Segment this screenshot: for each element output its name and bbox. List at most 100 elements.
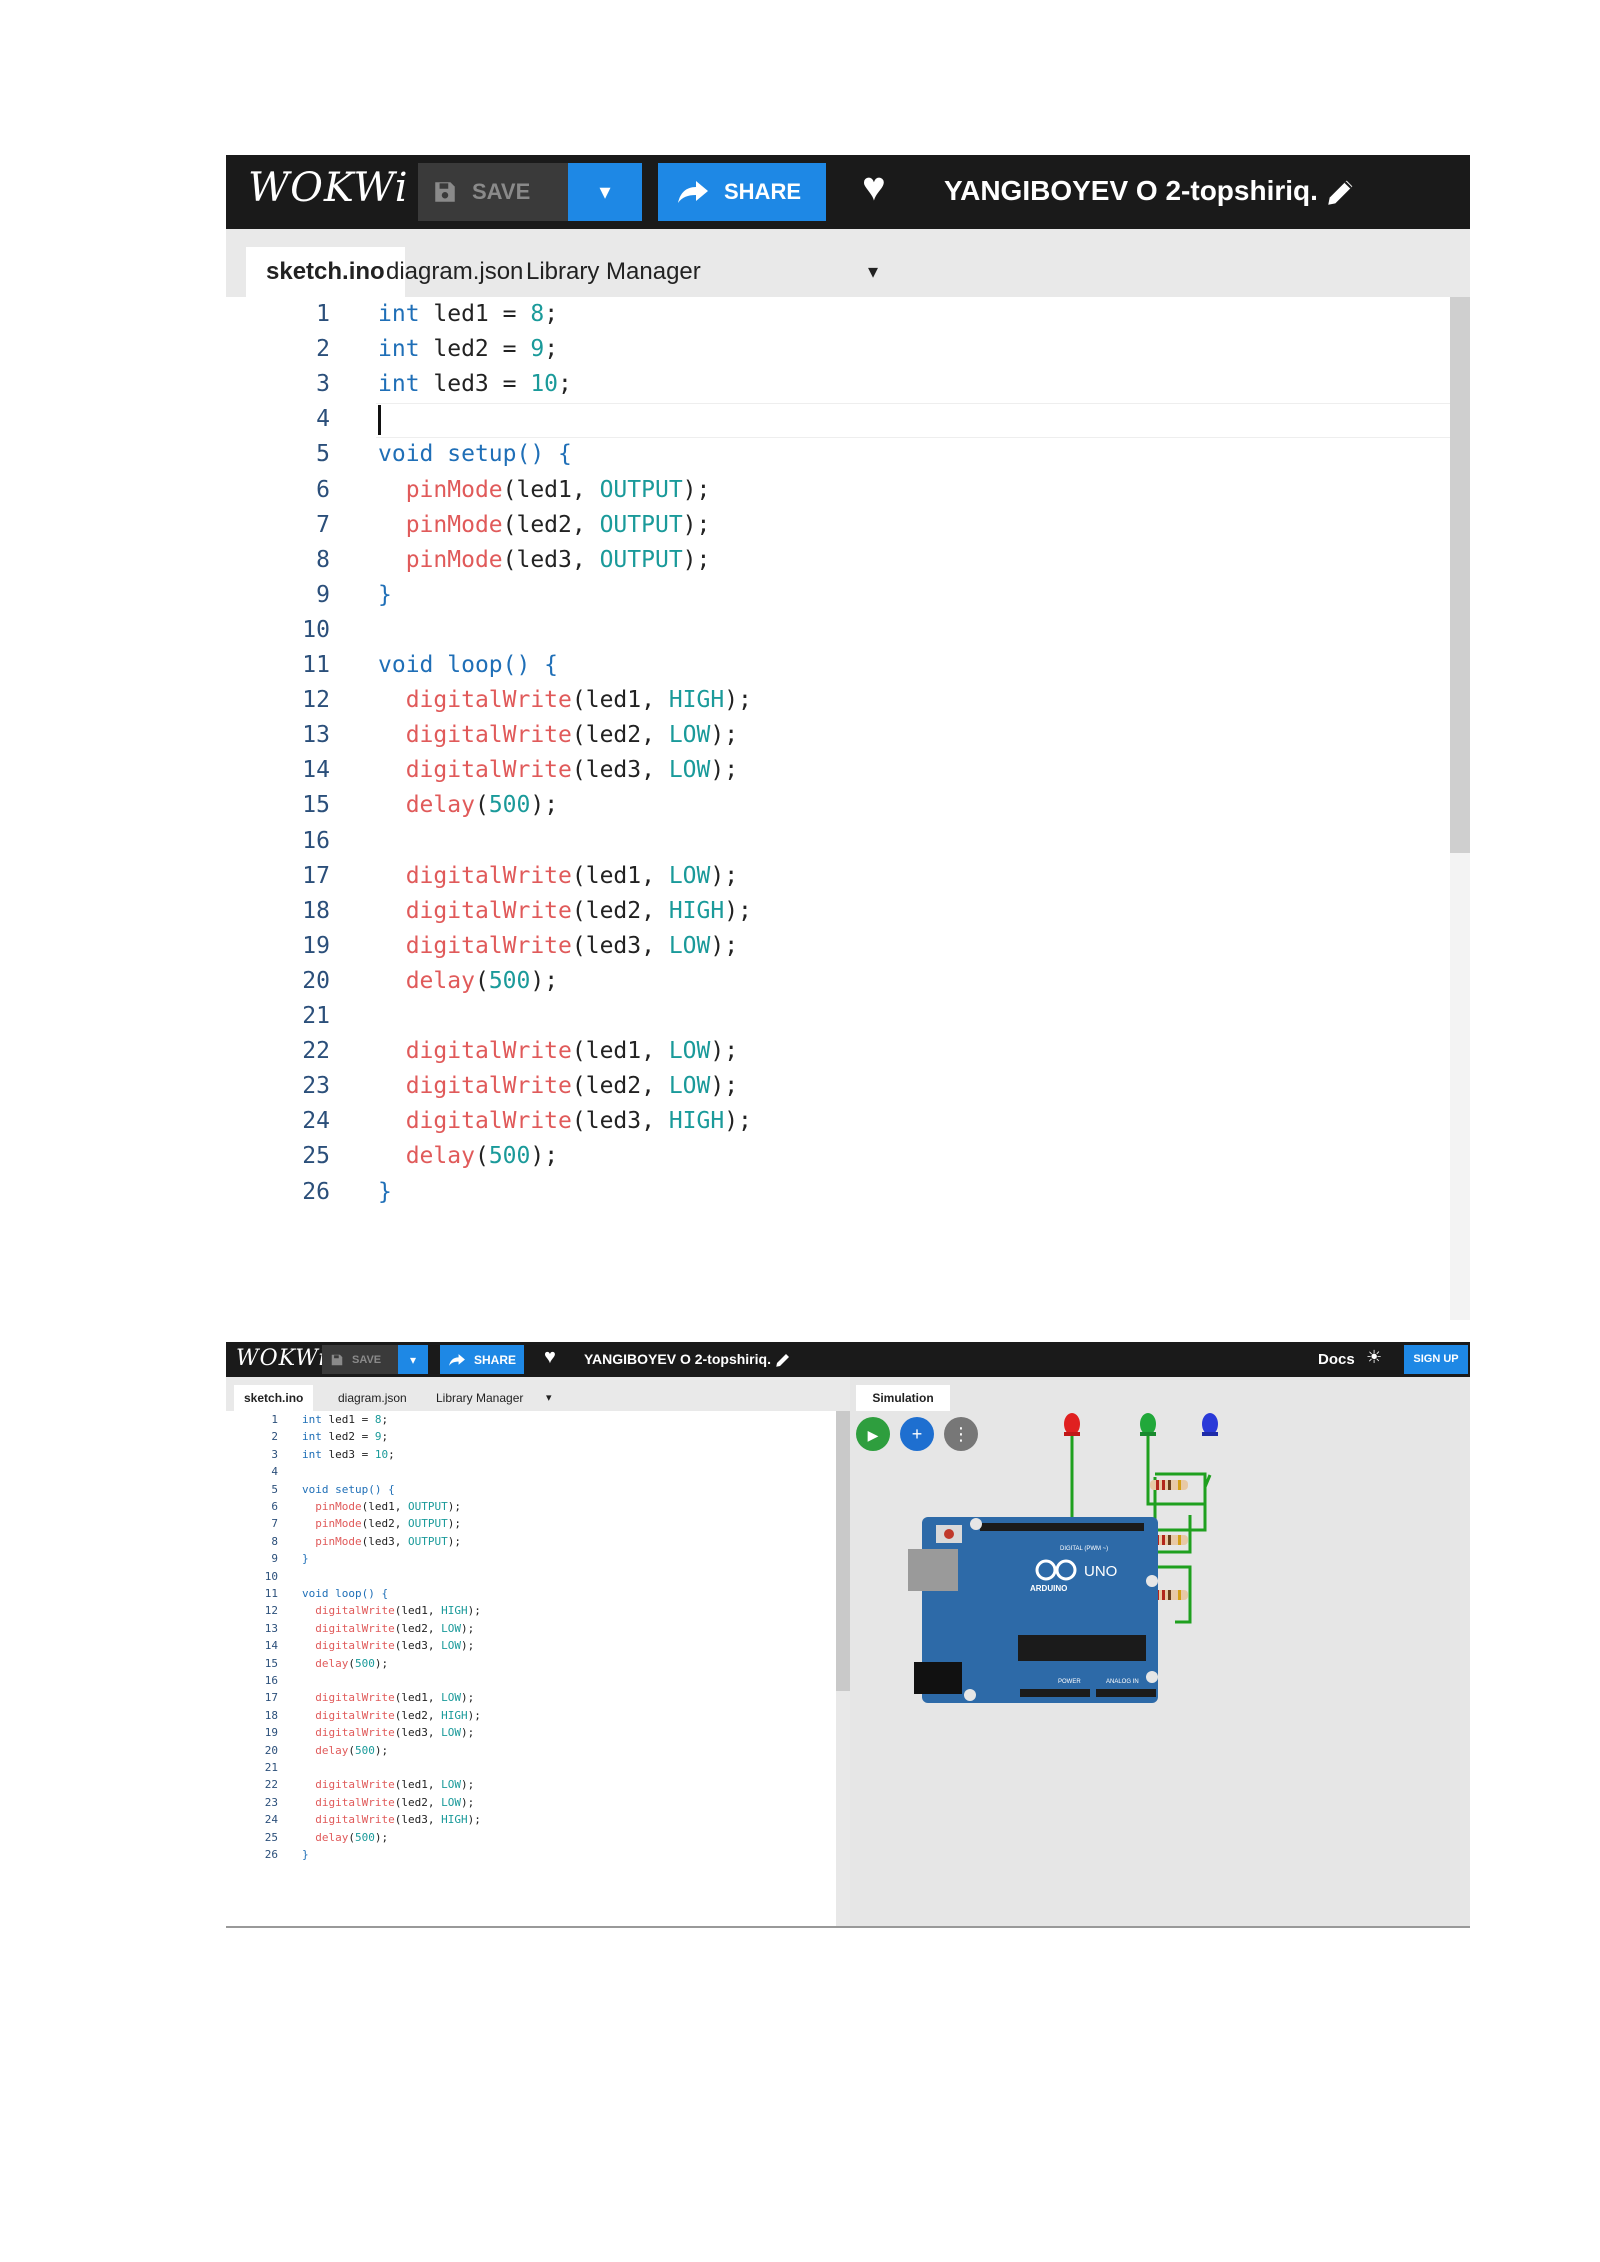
tab-library-manager[interactable]: Library Manager [426,1385,533,1411]
wokwi-logo[interactable]: WOKWi [248,165,409,211]
tab-diagram-json[interactable]: diagram.json [328,1385,417,1411]
pencil-icon[interactable] [774,1351,792,1369]
line-number: 21 [264,1761,278,1774]
code-text: digitalWrite(led3, LOW); [315,1726,475,1740]
share-label: SHARE [724,179,802,204]
docs-link[interactable]: Docs [1318,1351,1355,1368]
line-number: 22 [302,1038,330,1065]
reset-button [944,1529,954,1539]
line-number: 9 [316,581,330,608]
code-text: void setup() { [302,1482,395,1496]
code-text: digitalWrite(led1, LOW); [405,1038,739,1065]
code-editor[interactable]: 1 int led1 = 8; 2 int led2 = 9; 3 int led3 = … [226,297,1470,1320]
board-brand-text: ARDUINO [1030,1584,1067,1593]
code-text: digitalWrite(led3, HIGH); [315,1813,481,1827]
line-number: 25 [302,1143,330,1170]
led-blue[interactable] [1202,1413,1218,1436]
code-text: pinMode(led2, OUTPUT); [315,1517,461,1531]
power-jack [914,1662,962,1694]
floppy-icon [331,1354,343,1365]
code-text: digitalWrite(led3, LOW); [405,932,739,959]
code-text: pinMode(led1, OUTPUT); [405,476,711,503]
line-number: 11 [302,652,330,678]
line-number: 18 [264,1708,278,1722]
theme-sun-icon[interactable]: ☀ [1366,1347,1382,1368]
code-text: digitalWrite(led2, HIGH); [315,1708,481,1722]
line-number: 21 [302,1003,330,1029]
tab-sketch-ino[interactable]: sketch.ino [234,1385,314,1411]
current-line-highlight [376,403,1450,439]
line-number: 17 [302,862,330,889]
project-title[interactable]: YANGIBOYEV O 2-topshiriq. [944,175,1318,207]
save-button[interactable]: SAVE [418,163,574,221]
power-header [1020,1689,1090,1697]
line-number: 17 [264,1691,278,1705]
resistor-1[interactable] [1150,1480,1188,1490]
code-text: delay(500); [315,1743,389,1757]
line-number: 19 [302,932,330,959]
led-red[interactable] [1064,1413,1080,1436]
top-toolbar: WOKWi SAVE ▾ SHARE ♥ YANGIBOYEV O 2-tops… [226,155,1470,229]
line-number: 25 [264,1830,278,1844]
editor-scrollbar-thumb[interactable] [1450,297,1470,853]
line-number: 26 [302,1178,330,1205]
code-text: digitalWrite(led1, HIGH); [315,1604,481,1618]
line-number: 18 [302,897,330,924]
line-number: 8 [271,1534,278,1548]
atmega-chip [1018,1635,1146,1661]
code-text: digitalWrite(led3, LOW); [405,757,739,784]
line-number: 13 [264,1621,278,1635]
code-text: digitalWrite(led1, LOW); [405,862,739,889]
tabs-more-chevron-icon[interactable]: ▾ [848,247,898,297]
line-number: 24 [302,1108,330,1135]
code-text: digitalWrite(led2, LOW); [315,1795,475,1809]
line-number: 5 [271,1482,278,1496]
circuit-canvas[interactable]: UNO ARDUINO DIGITAL (PWM ~) POWER ANALOG… [850,1377,1470,1928]
file-tabs: sketch.ino diagram.json Library Manager … [226,229,1470,297]
line-number: 10 [302,616,330,643]
line-number: 12 [264,1604,278,1618]
arduino-uno-board[interactable]: UNO ARDUINO DIGITAL (PWM ~) POWER ANALOG… [908,1517,1158,1703]
led-green[interactable] [1140,1413,1156,1436]
code-text: } [378,1178,392,1205]
save-dropdown-button[interactable]: ▾ [568,163,642,221]
code-text: int led1 = 8; [302,1413,389,1426]
line-number: 9 [271,1552,278,1566]
wokwi-logo-small[interactable]: WOKWi [236,1346,327,1371]
analog-header [1096,1689,1156,1697]
share-label-small: SHARE [474,1352,517,1367]
line-number: 7 [316,511,330,538]
line-number: 12 [302,687,330,714]
line-number: 8 [316,546,330,573]
code-editor-small[interactable]: 1 int led1 = 8; 2 int led2 = 9; 3 int led3 = … [226,1411,834,1928]
tabs-more-chevron-icon[interactable]: ▾ [536,1385,562,1411]
code-text: void loop() { [302,1587,389,1600]
line-number: 2 [271,1430,278,1444]
digital-header [980,1523,1144,1531]
line-number: 14 [264,1639,278,1653]
code-text: digitalWrite(led3, HIGH); [405,1108,752,1135]
power-label-text: POWER [1058,1679,1081,1685]
line-number: 2 [316,336,330,363]
save-button-small[interactable]: SAVE [322,1345,410,1374]
save-dropdown-button-small[interactable]: ▾ [398,1345,428,1374]
code-text: digitalWrite(led2, LOW); [315,1621,475,1635]
heart-icon[interactable]: ♥ [544,1346,556,1369]
editor-screenshot-large: WOKWi SAVE ▾ SHARE ♥ YANGIBOYEV O 2-tops… [226,155,1470,1320]
heart-icon[interactable]: ♥ [862,165,886,210]
usb-connector [908,1549,958,1591]
code-text: pinMode(led3, OUTPUT); [315,1534,461,1548]
sign-up-button[interactable]: SIGN UP [1404,1345,1468,1374]
share-button[interactable]: SHARE [658,163,826,221]
save-label: SAVE [472,179,531,204]
project-title-small[interactable]: YANGIBOYEV O 2-topshiriq. [584,1351,771,1367]
tab-library-manager[interactable]: Library Manager [506,247,721,297]
line-number: 6 [271,1500,278,1513]
pencil-icon[interactable] [1324,175,1358,209]
share-button-small[interactable]: SHARE [440,1345,524,1374]
line-number: 13 [302,722,330,749]
line-number: 16 [264,1674,278,1687]
editor-scrollbar-thumb-small[interactable] [836,1411,850,1691]
line-number: 4 [316,406,330,433]
line-number: 3 [316,371,330,398]
